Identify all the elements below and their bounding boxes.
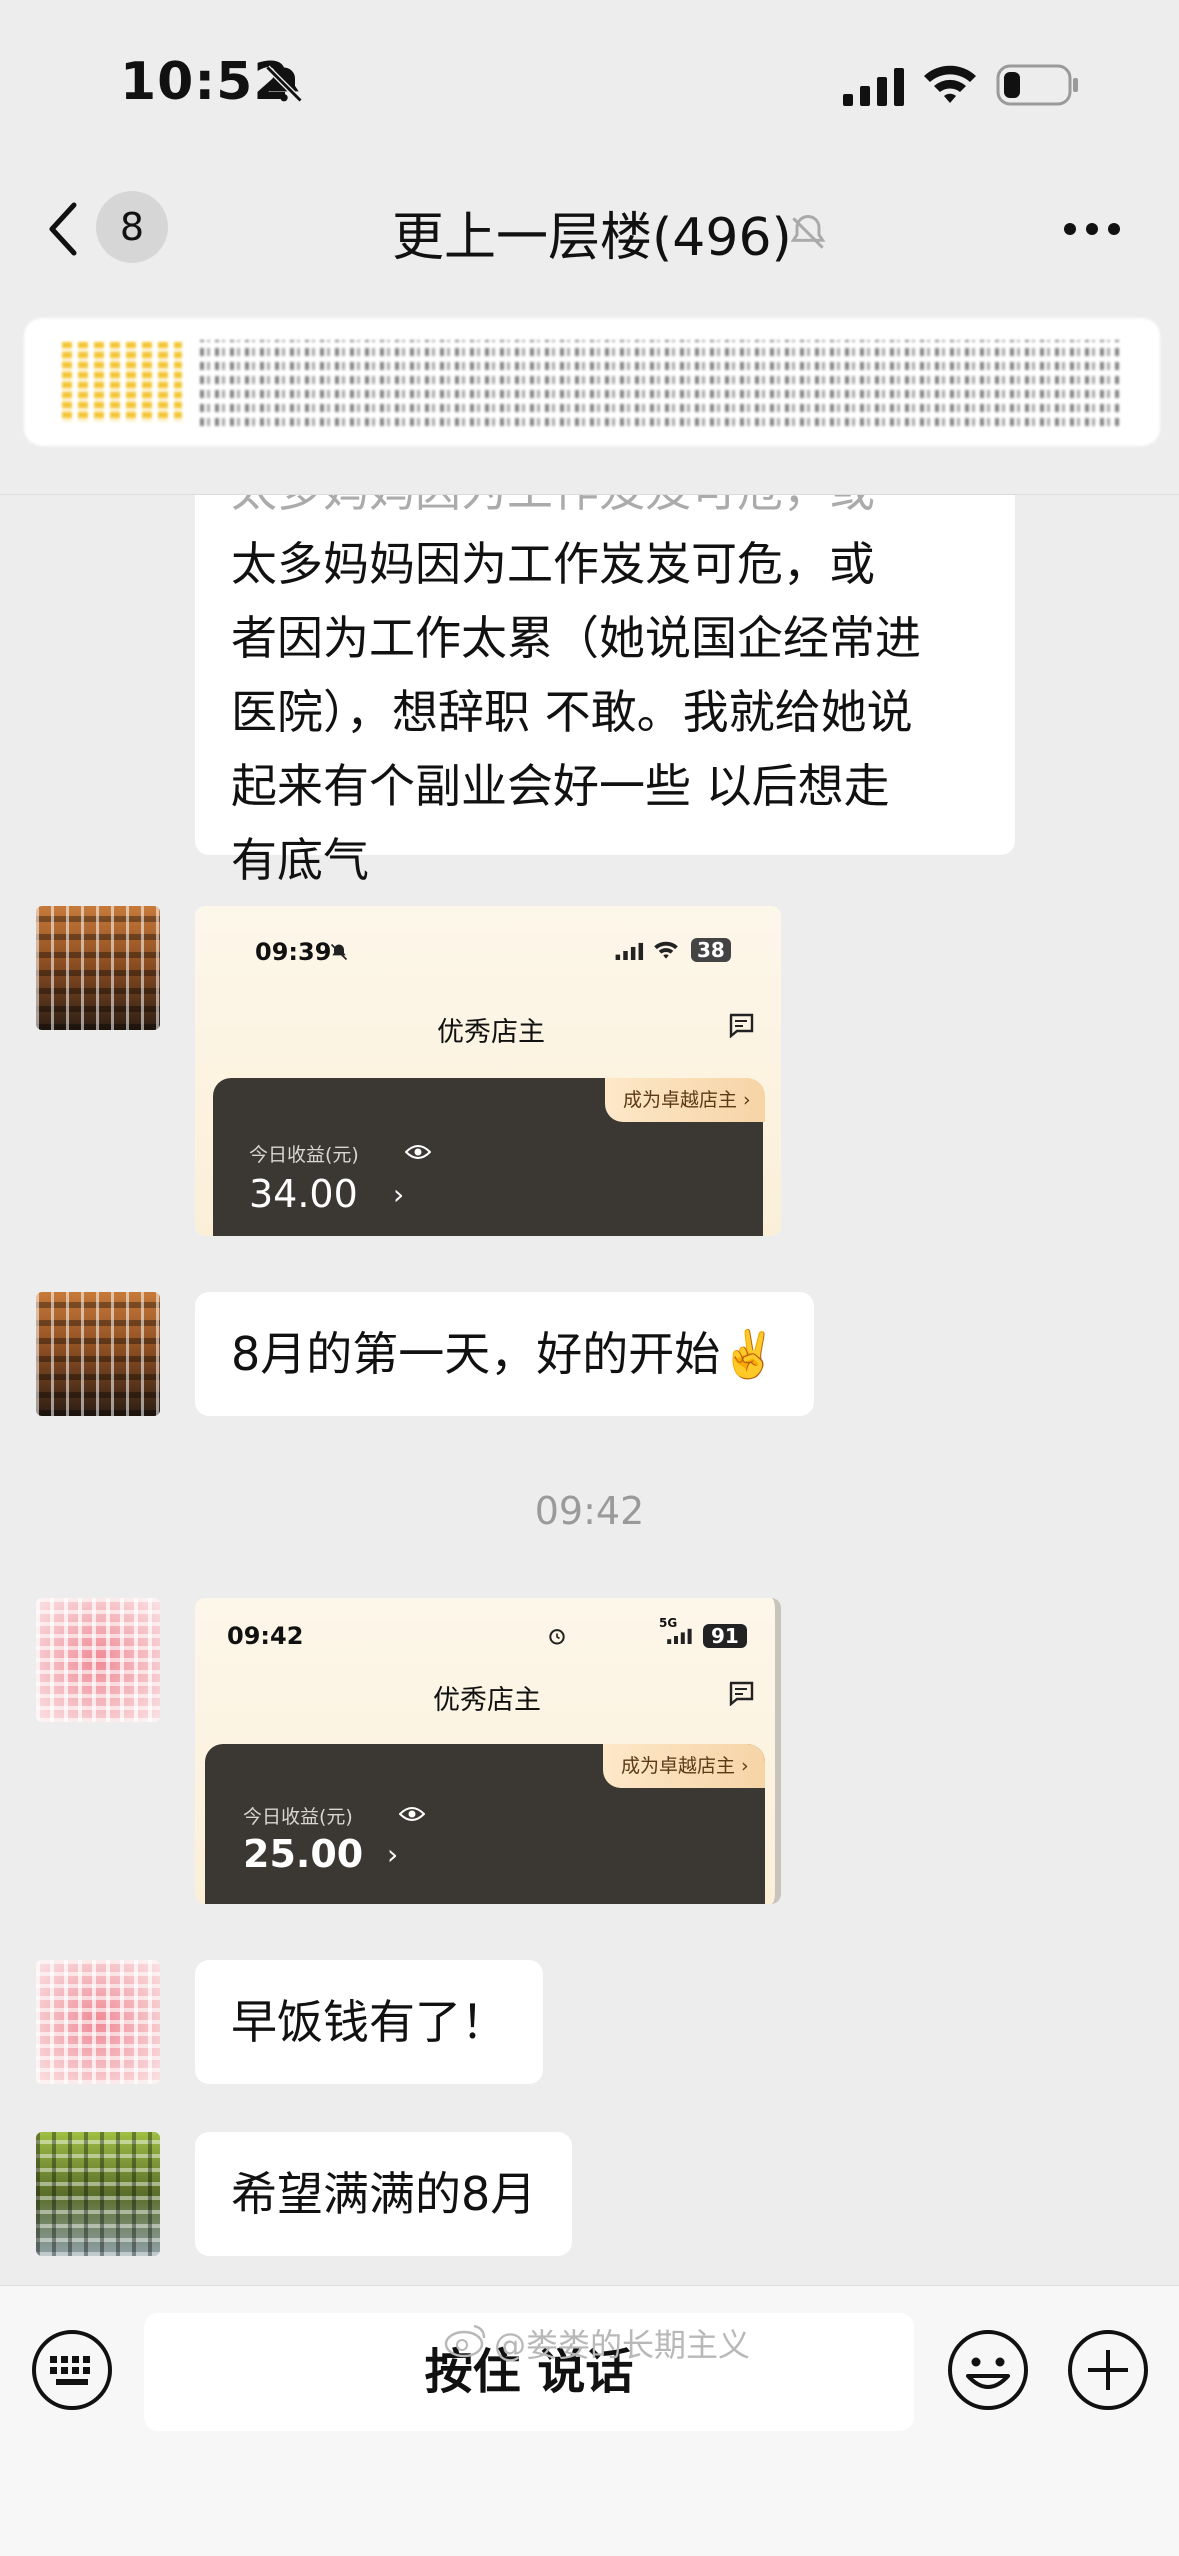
- sender-avatar[interactable]: [36, 1960, 160, 2084]
- watermark: @娄娄的长期主义: [444, 2320, 864, 2364]
- eye-icon: [405, 1145, 431, 1159]
- message-bubble[interactable]: 早饭钱有了！: [195, 1960, 543, 2084]
- wifi-icon: [924, 65, 976, 103]
- screenshot-page-title: 优秀店主: [437, 1017, 545, 1048]
- upgrade-promo: 成为卓越店主 ›: [605, 1078, 765, 1122]
- signal-icon: [615, 942, 644, 960]
- earnings-label: 今日收益(元): [243, 1806, 353, 1828]
- time-separator: 09:42: [534, 1489, 645, 1533]
- sender-avatar[interactable]: [36, 2132, 160, 2256]
- keyboard-icon[interactable]: [30, 2328, 114, 2412]
- unread-count-badge[interactable]: 8: [96, 191, 168, 263]
- screenshot-time: 09:42: [227, 1622, 304, 1650]
- sender-avatar[interactable]: [36, 906, 160, 1030]
- chat-header: 8 更上一层楼(496): [0, 175, 1179, 305]
- message-text: 早饭钱有了！: [231, 1995, 507, 2049]
- upgrade-promo-label: 成为卓越店主: [623, 1089, 738, 1111]
- sender-avatar[interactable]: [36, 1292, 160, 1416]
- sender-avatar[interactable]: [36, 1598, 160, 1722]
- message-text-line: 有底气: [231, 833, 369, 887]
- message-text: 8月的第一天，好的开始✌️: [231, 1327, 778, 1381]
- message-icon: [729, 1013, 754, 1038]
- upgrade-promo-label: 成为卓越店主: [621, 1755, 736, 1777]
- muted-bell-icon: [790, 215, 826, 249]
- pinned-message-banner[interactable]: [24, 318, 1160, 446]
- chat-title[interactable]: 更上一层楼(496): [392, 195, 792, 270]
- message-icon: [729, 1681, 754, 1706]
- upgrade-promo: 成为卓越店主 ›: [603, 1744, 765, 1788]
- image-message-screenshot[interactable]: 09:39 38 优秀店主 成为卓越店主 › 今日收益(元) 34.00 ›: [195, 906, 781, 1236]
- message-text-line: 太多妈妈因为工作岌岌可危，或: [231, 495, 979, 527]
- signal-icon: [667, 1628, 692, 1644]
- signal-icon: [843, 68, 904, 106]
- message-bubble[interactable]: 8月的第一天，好的开始✌️: [195, 1292, 814, 1416]
- status-bar: 10:52: [0, 0, 1179, 175]
- message-bubble[interactable]: 希望满满的8月: [195, 2132, 573, 2256]
- eye-icon: [399, 1807, 425, 1821]
- image-message-screenshot[interactable]: 09:42 5G 91 优秀店主 成为卓越店主 › 今日收益(元) 25.00 …: [195, 1598, 781, 1904]
- bell-off-icon: [330, 943, 348, 961]
- alarm-icon: [549, 1629, 565, 1645]
- message-text-line: 太多妈妈因为工作岌岌可危，或: [231, 537, 875, 591]
- watermark-text: @娄娄的长期主义: [494, 2326, 751, 2364]
- message-bubble-long-text[interactable]: 太多妈妈因为工作岌岌可危，或 太多妈妈因为工作岌岌可危，或 者因为工作太累（她说…: [195, 495, 1015, 887]
- earnings-card: 成为卓越店主 › 今日收益(元) 34.00 ›: [213, 1078, 765, 1236]
- battery-level: 91: [703, 1624, 747, 1648]
- battery-level: 38: [691, 938, 731, 962]
- chevron-right-icon: ›: [387, 1838, 399, 1871]
- plus-icon[interactable]: [1066, 2328, 1150, 2412]
- message-text-line: 医院），想辞职 不敢。我就给她说: [231, 685, 913, 739]
- screenshot-time: 09:39: [255, 938, 332, 966]
- earnings-value: 34.00: [249, 1172, 358, 1216]
- earnings-value: 25.00: [243, 1832, 364, 1876]
- pinned-thumbnail: [62, 342, 182, 422]
- more-options-icon[interactable]: [1062, 221, 1122, 237]
- emoji-icon[interactable]: [946, 2328, 1030, 2412]
- message-text-line: 者因为工作太累（她说国企经常进: [231, 611, 921, 665]
- screenshot-page-title: 优秀店主: [433, 1685, 541, 1716]
- earnings-label: 今日收益(元): [249, 1144, 359, 1166]
- wifi-icon: [654, 941, 678, 959]
- back-chevron-icon[interactable]: [44, 199, 84, 259]
- battery-icon: [996, 64, 1078, 106]
- weibo-logo-icon: [444, 2324, 486, 2358]
- message-text-line: 起来有个副业会好一些 以后想走: [231, 759, 890, 813]
- earnings-card: 成为卓越店主 › 今日收益(元) 25.00 ›: [205, 1744, 765, 1904]
- bell-off-icon: [265, 65, 303, 103]
- message-text: 希望满满的8月: [231, 2167, 537, 2221]
- chat-message-list[interactable]: 太多妈妈因为工作岌岌可危，或 太多妈妈因为工作岌岌可危，或 者因为工作太累（她说…: [0, 495, 1179, 2285]
- pinned-blurred-text: [200, 340, 1120, 426]
- chevron-right-icon: ›: [393, 1178, 405, 1211]
